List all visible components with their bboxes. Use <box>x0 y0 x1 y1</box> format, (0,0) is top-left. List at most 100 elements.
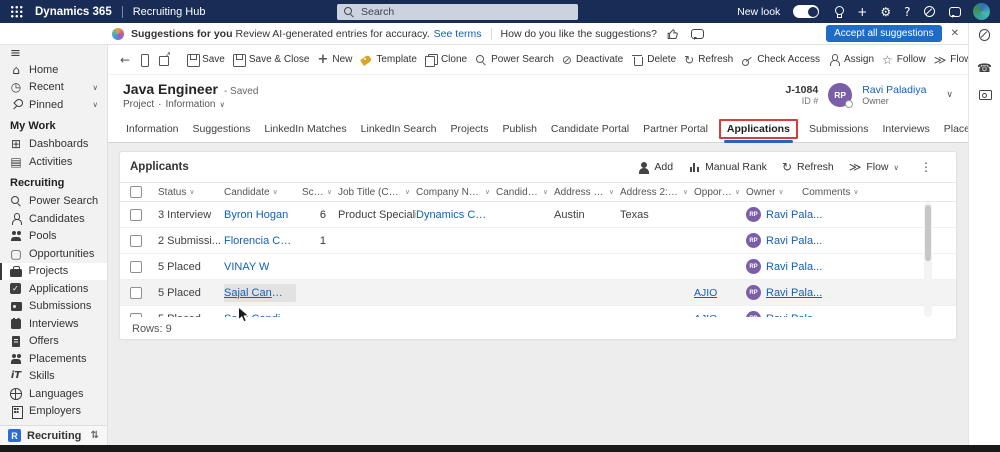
hub-title[interactable]: Recruiting Hub <box>133 6 206 18</box>
add-button[interactable]: Add <box>637 161 673 174</box>
sidebar-item-activities[interactable]: ▤ Activities <box>0 153 107 171</box>
tab-suggestions[interactable]: Suggestions <box>190 119 254 139</box>
owner-link[interactable]: Ravi Pala... <box>766 313 822 318</box>
header-expand-icon[interactable]: ∨ <box>946 90 953 100</box>
owner-avatar[interactable]: RP <box>828 83 854 108</box>
check-access-button[interactable]: Check Access <box>737 51 824 69</box>
deactivate-button[interactable]: ⊘ Deactivate <box>558 51 627 69</box>
sidebar-item-placements[interactable]: Placements <box>0 350 107 368</box>
sidebar-item-offers[interactable]: Offers <box>0 333 107 351</box>
sidebar-item-home[interactable]: ⌂ Home <box>0 61 107 79</box>
global-search-input[interactable]: Search <box>337 3 578 20</box>
sidebar-item-pinned[interactable]: Pinned ∨ <box>0 96 107 114</box>
table-row[interactable]: 3 Interview Byron Hogan 6 Product Specialis… <box>120 202 956 228</box>
row-checkbox[interactable] <box>130 208 142 221</box>
follow-button[interactable]: ☆ Follow <box>878 51 930 69</box>
back-button[interactable]: ← <box>116 51 134 69</box>
tab-interviews[interactable]: Interviews <box>879 119 932 139</box>
new-look-toggle[interactable] <box>793 5 820 18</box>
column-header-address-2[interactable]: Address 2: ...∨ <box>554 187 620 198</box>
sidebar-item-interviews[interactable]: Interviews <box>0 315 107 333</box>
sidebar-item-recent[interactable]: ◷ Recent ∨ <box>0 79 107 97</box>
sidebar-item-dashboards[interactable]: ⊞ Dashboards <box>0 136 107 154</box>
phone-rail-button[interactable]: ☎ <box>977 62 992 74</box>
sidebar-item-submissions[interactable]: Submissions <box>0 298 107 316</box>
assign-button[interactable]: Assign <box>824 51 878 69</box>
chevron-down-icon[interactable]: ∨ <box>93 83 99 92</box>
help-button[interactable]: ? <box>904 6 910 18</box>
column-header-opport[interactable]: Opport... ∨ <box>694 187 746 198</box>
tab-publish[interactable]: Publish <box>499 119 539 139</box>
chat-button[interactable] <box>948 6 961 18</box>
save-button[interactable]: Save <box>182 51 229 69</box>
form-selector[interactable]: Information <box>165 99 215 110</box>
column-header-owner[interactable]: Owner ∨ <box>746 187 802 198</box>
company-link[interactable]: Dynamics CRM R... <box>416 209 490 221</box>
column-header-status[interactable]: Status ∨ <box>158 187 224 198</box>
sidebar-item-projects[interactable]: Projects <box>0 262 107 280</box>
compose-button[interactable] <box>923 5 935 18</box>
feedback-bubble-icon[interactable] <box>691 28 704 40</box>
sidebar-item-applications[interactable]: Applications <box>0 280 107 298</box>
sidebar-item-skills[interactable]: iT Skills <box>0 368 107 386</box>
candidate-link[interactable]: Byron Hogan <box>224 209 288 221</box>
table-row[interactable]: 5 Placed Sajal Candida... AJIO RP Ravi Pala.… <box>120 280 956 306</box>
column-header-company-name[interactable]: Company Name...∨ <box>416 187 496 198</box>
column-header-comments[interactable]: Comments ∨ <box>802 187 956 198</box>
opportunity-link[interactable]: AJIO <box>694 287 717 299</box>
new-button[interactable]: + New <box>313 50 356 69</box>
contact-card-rail-button[interactable] <box>979 88 992 100</box>
candidate-link[interactable]: Sajal Candida... <box>224 313 296 318</box>
popout-button[interactable] <box>154 51 174 69</box>
menu-toggle-button[interactable]: ≡ <box>0 45 107 61</box>
close-banner-icon[interactable]: ✕ <box>951 28 959 39</box>
tab-submissions[interactable]: Submissions <box>806 119 872 139</box>
opportunity-link[interactable]: AJIO <box>694 313 717 318</box>
tab-applications[interactable]: Applications <box>718 118 798 143</box>
owner-link[interactable]: Ravi Pala... <box>766 261 822 273</box>
area-switcher[interactable]: R Recruiting ⇅ <box>0 425 107 445</box>
grid-more-button[interactable]: ⋮ <box>914 157 938 177</box>
user-avatar[interactable] <box>973 3 990 20</box>
select-all-checkbox[interactable] <box>130 186 142 198</box>
like-icon[interactable] <box>667 28 679 40</box>
refresh-button[interactable]: ↻ Refresh <box>782 161 834 173</box>
mobile-button[interactable] <box>134 51 154 69</box>
row-checkbox[interactable] <box>130 234 142 247</box>
owner-link[interactable]: Ravi Pala... <box>766 209 822 221</box>
lightbulb-button[interactable] <box>832 6 844 18</box>
row-checkbox[interactable] <box>130 260 142 273</box>
switch-area-icon[interactable]: ⇅ <box>91 430 99 441</box>
chevron-down-icon[interactable]: ∨ <box>93 100 99 109</box>
save-close-button[interactable]: Save & Close <box>229 51 314 69</box>
candidate-link[interactable]: Florencia Cal... <box>224 235 296 247</box>
column-header-job-title-candi[interactable]: Job Title (Candi...∨ <box>338 187 416 198</box>
column-header-address-2-state[interactable]: Address 2: State...∨ <box>620 187 694 198</box>
sidebar-item-opportunities[interactable]: ▢ Opportunities <box>0 245 107 263</box>
manual-rank-button[interactable]: Manual Rank <box>688 161 767 173</box>
delete-button[interactable]: Delete <box>627 51 680 69</box>
sidebar-item-employers[interactable]: Employers <box>0 403 107 421</box>
candidate-link[interactable]: Sajal Candida... <box>224 283 296 302</box>
column-header-candidate[interactable]: Candidate ∨ <box>224 187 302 198</box>
table-row[interactable]: 2 Submissi... Florencia Cal... 1 RP Ravi Pal… <box>120 228 956 254</box>
compose-rail-button[interactable] <box>978 29 991 41</box>
add-button[interactable]: + <box>857 6 867 18</box>
candidate-link[interactable]: VINAY W <box>224 261 269 273</box>
refresh-button[interactable]: ↻ Refresh <box>680 51 737 69</box>
sidebar-item-pools[interactable]: Pools <box>0 228 107 246</box>
vertical-scrollbar[interactable] <box>924 202 932 317</box>
row-checkbox[interactable] <box>130 312 142 317</box>
table-row[interactable]: 5 Placed VINAY W RP Ravi Pala... <box>120 254 956 280</box>
accept-all-suggestions-button[interactable]: Accept all suggestions <box>826 25 942 42</box>
tab-projects[interactable]: Projects <box>448 119 492 139</box>
column-header-score[interactable]: Score∨ <box>302 187 338 198</box>
owner-link[interactable]: Ravi Pala... <box>766 235 822 247</box>
owner-name-link[interactable]: Ravi Paladiya <box>862 84 926 96</box>
tab-candidate-portal[interactable]: Candidate Portal <box>548 119 632 139</box>
sidebar-item-languages[interactable]: Languages <box>0 385 107 403</box>
flow-button[interactable]: ≫ Flow ∨ <box>849 161 899 173</box>
sidebar-item-candidates[interactable]: Candidates <box>0 210 107 228</box>
power-search-button[interactable]: Power Search <box>471 51 558 69</box>
sidebar-item-power-search[interactable]: Power Search <box>0 193 107 211</box>
